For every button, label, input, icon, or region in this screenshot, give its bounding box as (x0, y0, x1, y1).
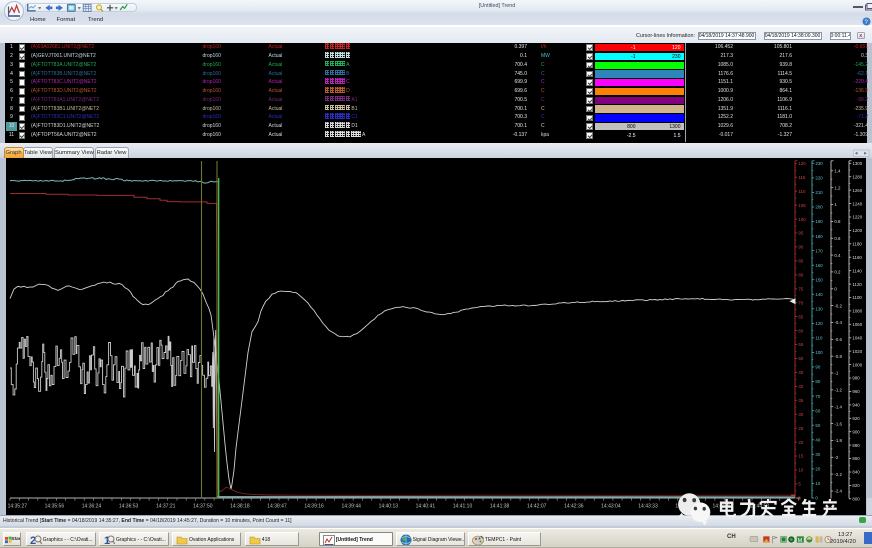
svg-text:30: 30 (815, 452, 820, 457)
svg-text:190: 190 (815, 219, 823, 224)
svg-text:960: 960 (852, 389, 860, 394)
svg-text:920: 920 (852, 416, 860, 421)
svg-text:210: 210 (815, 190, 823, 195)
svg-text:170: 170 (815, 248, 823, 253)
svg-text:220: 220 (815, 176, 823, 181)
svg-text:70: 70 (815, 394, 820, 399)
svg-text:1200: 1200 (852, 228, 862, 233)
svg-text:120: 120 (798, 161, 806, 166)
svg-text:1040: 1040 (852, 336, 862, 341)
svg-text:105: 105 (798, 203, 806, 208)
svg-text:-0.6: -0.6 (834, 337, 842, 342)
svg-text:-2: -2 (834, 455, 838, 460)
svg-text:1060: 1060 (852, 322, 862, 327)
svg-text:1000: 1000 (852, 362, 862, 367)
svg-text:1140: 1140 (852, 268, 862, 273)
svg-text:30: 30 (798, 412, 803, 417)
svg-text:1080: 1080 (852, 309, 862, 314)
svg-text:150: 150 (815, 277, 823, 282)
svg-text:1240: 1240 (852, 201, 862, 206)
svg-text:90: 90 (798, 245, 803, 250)
svg-text:860: 860 (852, 456, 860, 461)
svg-text:60: 60 (815, 408, 820, 413)
svg-text:-1.4: -1.4 (834, 404, 842, 409)
svg-text:110: 110 (815, 336, 823, 341)
svg-text:-2.2: -2.2 (834, 472, 842, 477)
svg-text:200: 200 (815, 205, 823, 210)
svg-text:10: 10 (798, 468, 803, 473)
svg-text:900: 900 (852, 429, 860, 434)
svg-text:-1.8: -1.8 (834, 438, 842, 443)
svg-text:70: 70 (798, 300, 803, 305)
svg-text:1160: 1160 (852, 255, 862, 260)
svg-text:80: 80 (815, 379, 820, 384)
svg-text:840: 840 (852, 470, 860, 475)
svg-text:880: 880 (852, 443, 860, 448)
svg-text:1.4: 1.4 (834, 169, 841, 174)
svg-text:1100: 1100 (852, 295, 862, 300)
svg-text:0.2: 0.2 (834, 270, 841, 275)
svg-text:-1.2: -1.2 (834, 388, 842, 393)
svg-text:25: 25 (798, 426, 803, 431)
svg-text:1300: 1300 (852, 161, 862, 166)
svg-text:180: 180 (815, 234, 823, 239)
svg-text:940: 940 (852, 403, 860, 408)
svg-text:100: 100 (798, 217, 806, 222)
svg-text:120: 120 (815, 321, 823, 326)
svg-text:230: 230 (815, 161, 823, 166)
svg-text:40: 40 (815, 437, 820, 442)
svg-text:90: 90 (815, 365, 820, 370)
svg-text:-1: -1 (834, 371, 838, 376)
svg-text:130: 130 (815, 307, 823, 312)
svg-text:-1.6: -1.6 (834, 421, 842, 426)
svg-text:10: 10 (815, 481, 820, 486)
svg-text:115: 115 (798, 175, 806, 180)
svg-text:160: 160 (815, 263, 823, 268)
svg-text:1.2: 1.2 (834, 185, 841, 190)
svg-text:15: 15 (798, 454, 803, 459)
svg-text:1120: 1120 (852, 282, 862, 287)
svg-text:0.6: 0.6 (834, 236, 841, 241)
svg-text:-0.4: -0.4 (834, 320, 842, 325)
svg-text:80: 80 (798, 273, 803, 278)
svg-text:55: 55 (798, 342, 803, 347)
svg-text:95: 95 (798, 231, 803, 236)
svg-text:45: 45 (798, 370, 803, 375)
svg-text:980: 980 (852, 376, 860, 381)
svg-text:-0.2: -0.2 (834, 303, 842, 308)
svg-text:1020: 1020 (852, 349, 862, 354)
svg-text:1180: 1180 (852, 242, 862, 247)
svg-text:20: 20 (798, 440, 803, 445)
svg-text:110: 110 (798, 189, 806, 194)
svg-text:1260: 1260 (852, 188, 862, 193)
svg-text:0.4: 0.4 (834, 253, 841, 258)
svg-text:85: 85 (798, 259, 803, 264)
svg-text:100: 100 (815, 350, 823, 355)
svg-text:20: 20 (815, 467, 820, 472)
svg-text:75: 75 (798, 287, 803, 292)
svg-text:60: 60 (798, 328, 803, 333)
svg-text:40: 40 (798, 384, 803, 389)
svg-text:65: 65 (798, 314, 803, 319)
svg-text:1220: 1220 (852, 215, 862, 220)
svg-text:35: 35 (798, 398, 803, 403)
svg-text:-0.8: -0.8 (834, 354, 842, 359)
svg-text:50: 50 (798, 356, 803, 361)
svg-text:0.8: 0.8 (834, 219, 841, 224)
svg-text:1280: 1280 (852, 174, 862, 179)
svg-text:50: 50 (815, 423, 820, 428)
svg-text:140: 140 (815, 292, 823, 297)
